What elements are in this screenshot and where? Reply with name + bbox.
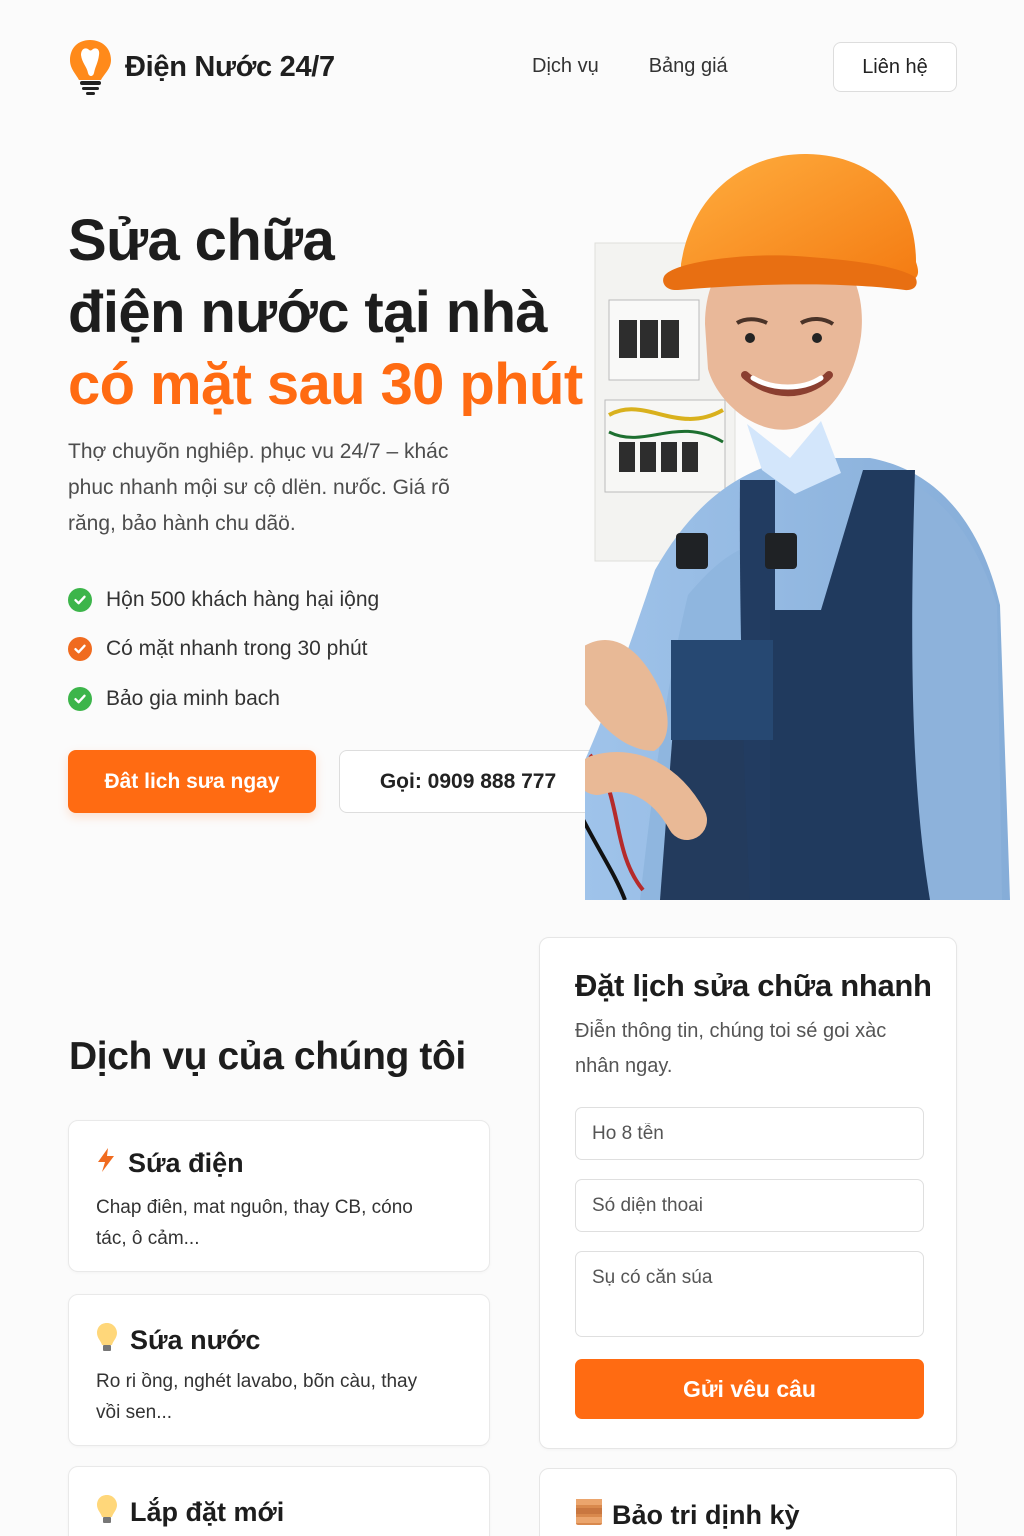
check-circle-icon (68, 686, 92, 711)
lightning-icon (95, 1147, 117, 1180)
booking-subtitle: Điễn thông tin, chúng toi sé goi xàc nhâ… (575, 1020, 887, 1077)
services-title: Dịch vụ của chúng tôi (69, 1035, 466, 1078)
benefit-label: Hộn 500 khách hàng hại iộng (106, 587, 380, 611)
service-card-header: Lắp đặt mới (95, 1493, 284, 1532)
service-title: Sứa nước (130, 1325, 261, 1355)
service-card-water[interactable]: Sứa nước Ro ri ồng, nghét lavabo, bõn cà… (68, 1294, 490, 1446)
service-title: Sứa điện (128, 1148, 244, 1178)
contact-button[interactable]: Liên hệ (833, 42, 957, 92)
nav-pricing[interactable]: Bảng giá (649, 55, 728, 78)
benefit-label: Bảo gia minh bach (106, 686, 280, 710)
benefit-item: Bảo gia minh bach (68, 674, 498, 724)
benefit-list: Hộn 500 khách hàng hại iộng Có mặt nhanh… (68, 575, 498, 724)
benefit-label: Có mặt nhanh trong 30 phút (106, 637, 368, 661)
service-card-installation[interactable]: Lắp đặt mới (68, 1466, 490, 1536)
service-card-header: Sứa điện (95, 1147, 244, 1180)
service-card-header: Sứa nước (95, 1321, 260, 1360)
name-field[interactable] (575, 1107, 924, 1160)
landing-page: Điện Nước 24/7 Dịch vụ Bảng giá Liên hệ … (0, 0, 1024, 1536)
lightbulb-icon (95, 1493, 119, 1532)
book-now-button[interactable]: Đât lich sưa ngay (68, 750, 316, 813)
hero-title-line-1: Sửa chữa (68, 208, 335, 273)
service-card-electric[interactable]: Sứa điện Chap điên, mat nguôn, thay CB, … (68, 1120, 490, 1272)
hero-description: Thợ chuyõn nghiêp. phục vu 24/7 – khác p… (68, 440, 450, 535)
service-title: Lắp đặt mới (130, 1497, 285, 1527)
booking-title: Đặt lịch sửa chữa nhanh (575, 968, 932, 1003)
technician-image (585, 140, 1015, 900)
check-circle-icon (68, 587, 92, 612)
booking-form-card: Đặt lịch sửa chữa nhanh Điễn thông tin, … (539, 937, 957, 1449)
lightbulb-icon (95, 1321, 119, 1360)
service-description: Ro ri ồng, nghét lavabo, bõn càu, thay v… (96, 1371, 418, 1423)
check-circle-icon (68, 637, 92, 662)
nav-services[interactable]: Dịch vụ (532, 55, 599, 78)
wood-panel-icon (575, 1498, 603, 1533)
service-description: Chap điên, mat nguôn, thay CB, cóno tác,… (96, 1197, 413, 1249)
hero-title-highlight: có mặt sau 30 phút (68, 352, 583, 417)
submit-request-button[interactable]: Gửi vêu câu (575, 1359, 924, 1419)
hero-title: Sửa chữa điện nước tại nhà có mặt sau 30… (68, 205, 628, 421)
call-button[interactable]: Gọi: 0909 888 777 (339, 750, 597, 813)
maintenance-header: Bảo tri dịnh kỳ (575, 1498, 800, 1533)
site-header: Điện Nước 24/7 Dịch vụ Bảng giá Liên hệ (0, 0, 1024, 130)
benefit-item: Hộn 500 khách hàng hại iộng (68, 575, 498, 625)
brand-name: Điện Nước 24/7 (125, 50, 335, 83)
benefit-item: Có mặt nhanh trong 30 phút (68, 625, 498, 675)
hero-title-line-2: điện nước tại nhà (68, 280, 548, 345)
main-nav: Dịch vụ Bảng giá (532, 55, 728, 78)
maintenance-card[interactable]: Bảo tri dịnh kỳ (539, 1468, 957, 1536)
maintenance-title: Bảo tri dịnh kỳ (612, 1500, 800, 1530)
phone-field[interactable] (575, 1179, 924, 1232)
technician-illustration (585, 153, 1010, 900)
issue-field[interactable] (575, 1251, 924, 1337)
bulb-logo-icon (70, 40, 111, 95)
brand-logo[interactable]: Điện Nước 24/7 (68, 38, 335, 96)
